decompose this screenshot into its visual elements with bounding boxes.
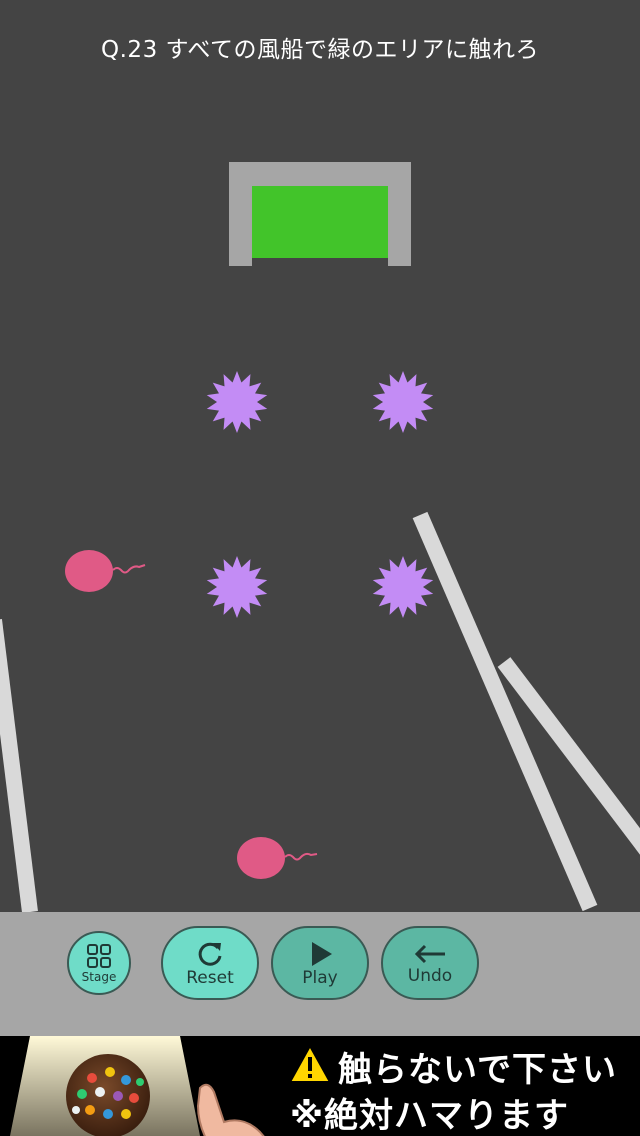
undo-label: Undo [407,965,453,986]
balloon[interactable] [62,546,146,596]
drawn-line-left[interactable] [0,600,50,912]
game-playfield[interactable]: Q.23 すべての風船で緑のエリアに触れろ [0,0,640,912]
warning-icon [288,1044,332,1083]
play-button[interactable]: Play [271,926,369,1000]
goal-frame-top [229,162,411,186]
ad-spotlight-image [10,1036,265,1136]
spike-obstacle [372,371,434,433]
reset-label: Reset [186,967,234,988]
stage-button[interactable]: Stage [67,931,131,995]
spike-obstacle [206,556,268,618]
undo-button[interactable]: Undo [381,926,479,1000]
spike-obstacle [206,371,268,433]
goal-frame-left [229,162,252,266]
balloon[interactable] [234,834,318,884]
level-title: Q.23 すべての風船で緑のエリアに触れろ [101,37,539,63]
bottom-toolbar: Stage Reset Play Undo [0,912,640,1036]
stage-label: Stage [81,970,117,984]
ad-banner[interactable]: 触らないで下さい ※絶対ハマります [0,1036,640,1136]
play-label: Play [302,967,338,988]
goal-frame-right [388,162,411,266]
green-goal-area [252,186,388,258]
reset-button[interactable]: Reset [161,926,259,1000]
refresh-icon [198,942,222,966]
ad-headline: 触らないで下さい [338,1050,617,1090]
play-icon [312,941,332,966]
drawn-line-short-ramp[interactable] [490,650,640,860]
grid-icon [87,944,111,968]
ad-subheadline: ※絶対ハマります [290,1096,570,1136]
arrow-left-icon [414,944,445,963]
